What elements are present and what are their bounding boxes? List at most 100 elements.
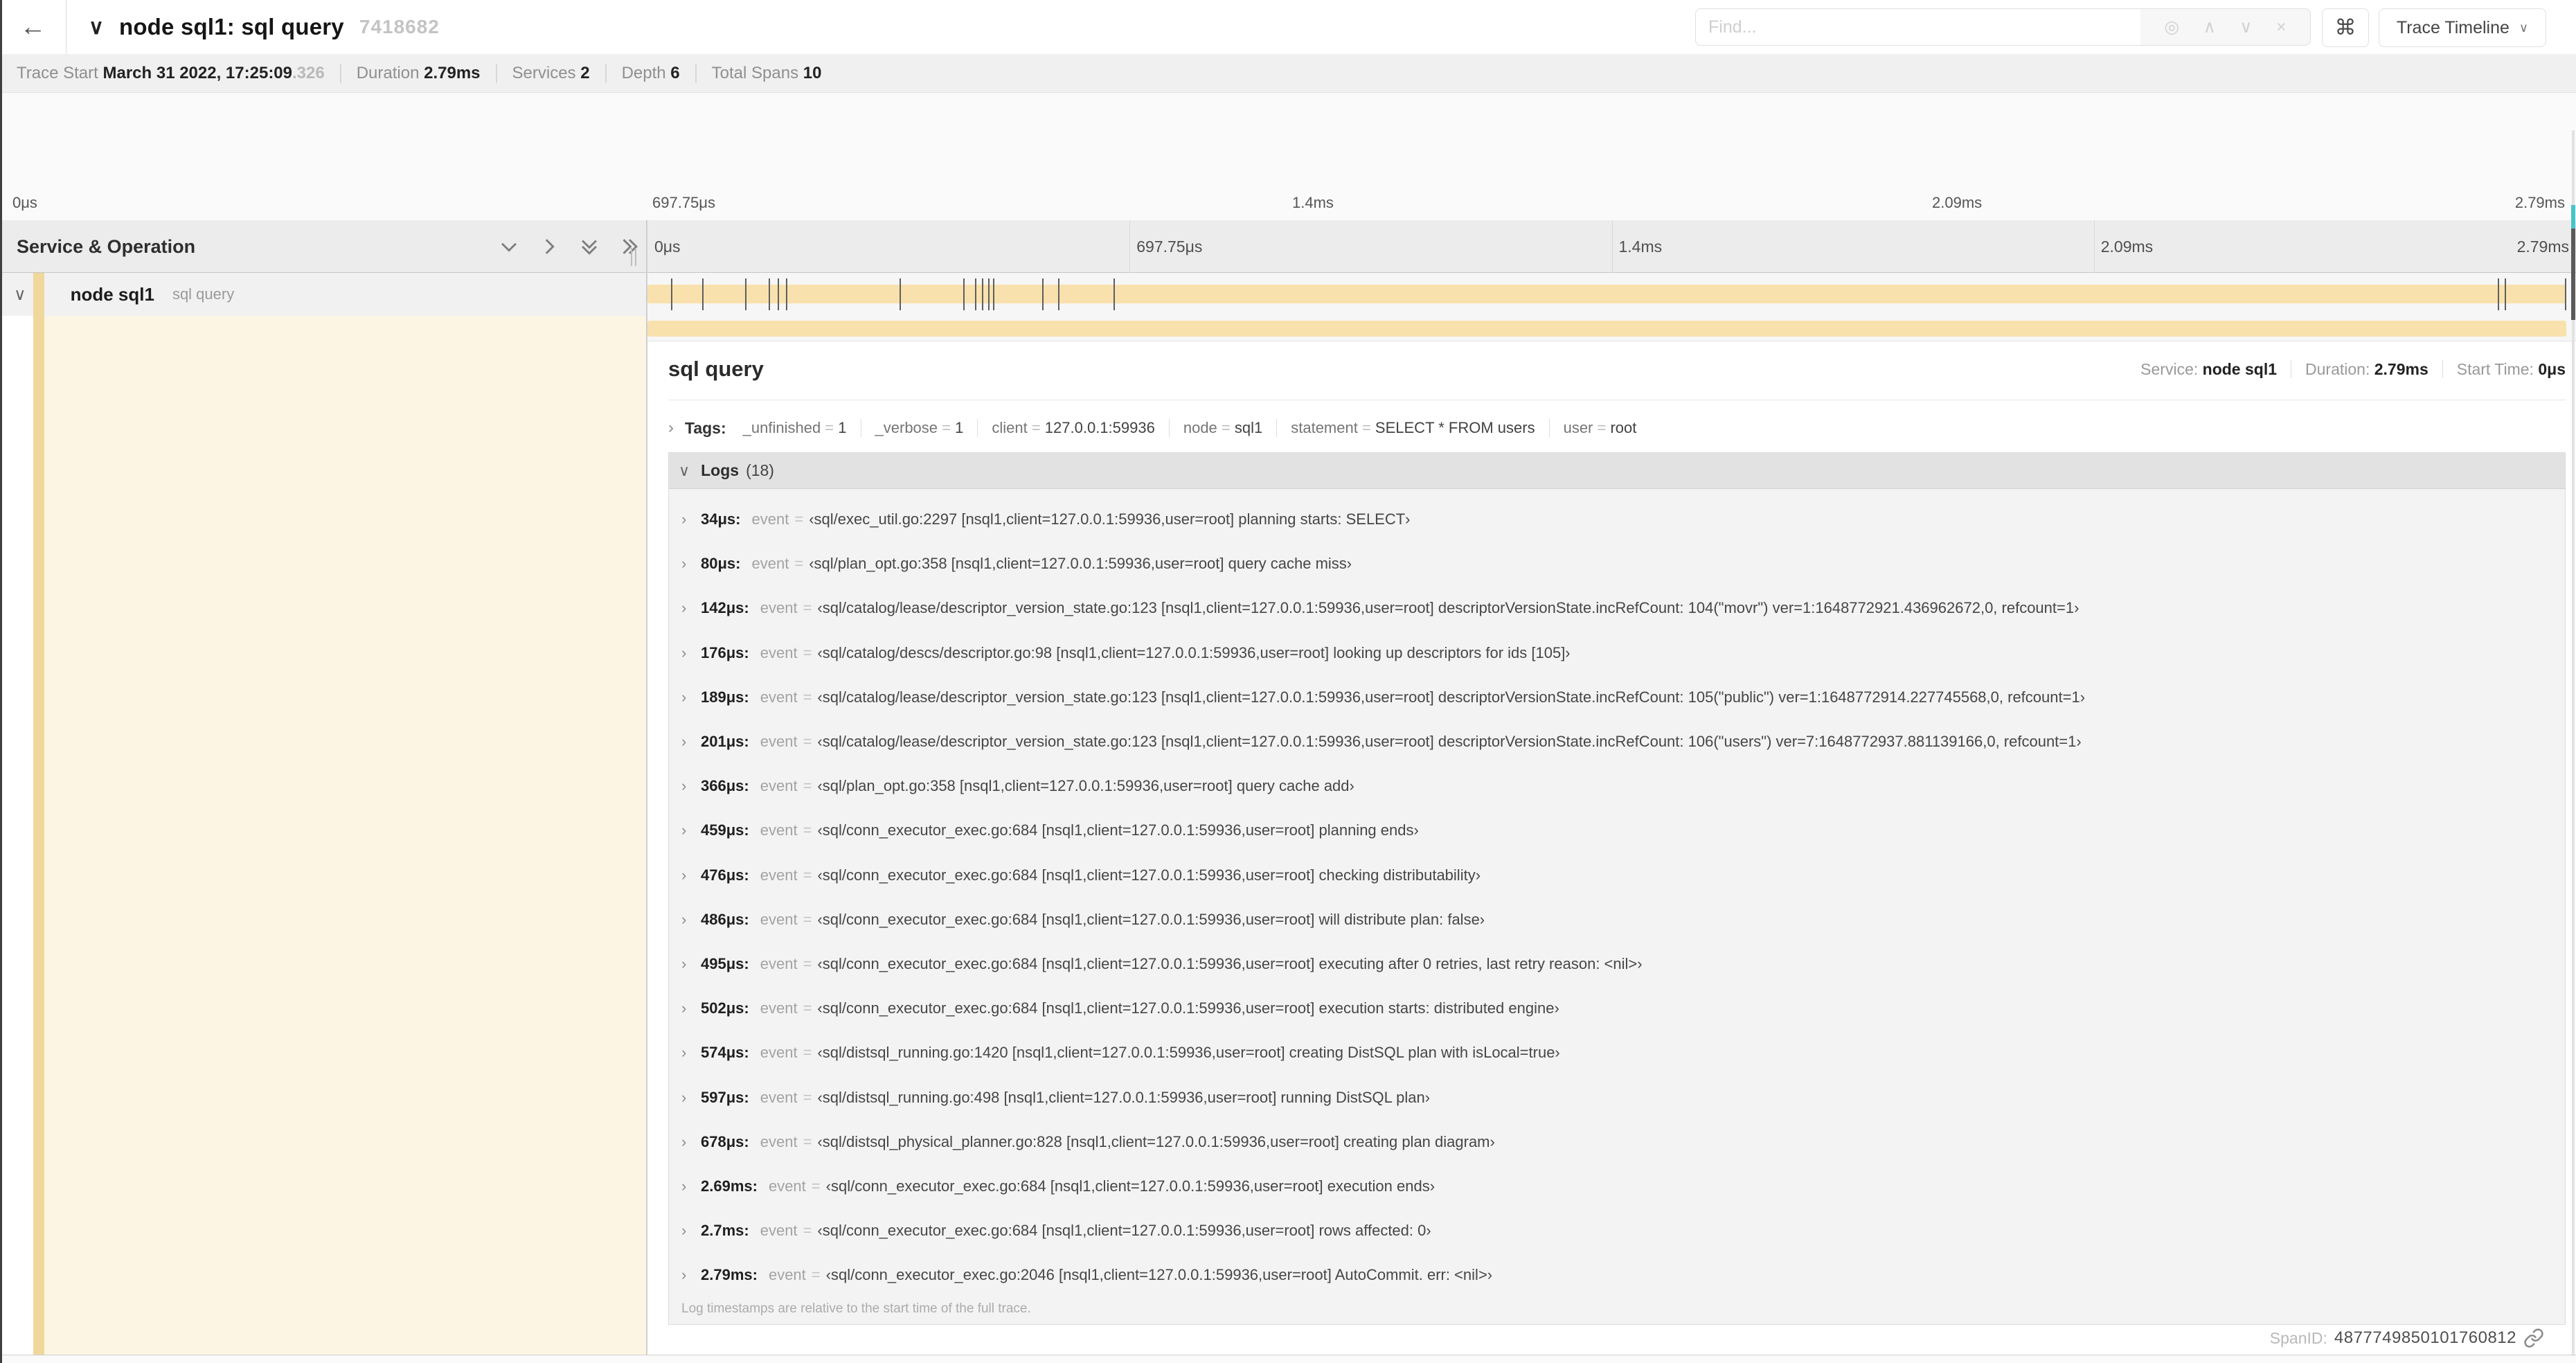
logs-note: Log timestamps are relative to the start… — [681, 1301, 1031, 1317]
log-timestamp: 201μs: — [701, 733, 749, 751]
chevron-right-icon: › — [681, 555, 687, 573]
log-row[interactable]: › 486μs: event = ‹sql/conn_executor_exec.go:… — [669, 898, 2565, 942]
log-row[interactable]: › 142μs: event = ‹sql/catalog/lease/descript… — [669, 586, 2565, 630]
back-button[interactable]: ← — [0, 0, 66, 54]
log-row[interactable]: › 2.69ms: event = ‹sql/conn_executor_exec.go… — [669, 1164, 2565, 1209]
log-field-value: ‹sql/distsql_running.go:498 [nsql1,clien… — [817, 1088, 1431, 1106]
log-timestamp: 366μs: — [701, 777, 749, 795]
service-operation-header: Service & Operation — [17, 235, 196, 257]
span-expander-chevron-icon[interactable]: ∨ — [14, 285, 26, 305]
locate-icon[interactable]: ◎ — [2164, 18, 2179, 36]
trace-title: node sql1: sql query — [118, 14, 344, 39]
find-input[interactable] — [1696, 9, 2140, 45]
log-row[interactable]: › 366μs: event = ‹sql/plan_opt.go:358 [nsql1… — [669, 764, 2565, 808]
next-result-icon[interactable]: ∨ — [2239, 18, 2252, 36]
log-field-key: event — [760, 910, 798, 928]
log-field-key: event — [760, 777, 798, 795]
clear-search-icon[interactable]: × — [2276, 18, 2287, 36]
page-bottom-strip — [0, 1355, 2576, 1363]
prev-result-icon[interactable]: ∧ — [2203, 18, 2216, 36]
log-field-key: event — [760, 1088, 798, 1106]
expand-one-icon[interactable] — [537, 235, 561, 258]
trace-title-group[interactable]: ∨ node sql1: sql query 7418682 — [89, 0, 440, 54]
trace-info-item: Duration 2.79ms — [356, 63, 481, 82]
log-row[interactable]: › 80μs: event = ‹sql/plan_opt.go:358 [nsql1,… — [669, 542, 2565, 586]
log-timestamp: 574μs: — [701, 1044, 749, 1062]
title-collapse-chevron-icon[interactable]: ∨ — [89, 15, 104, 39]
tick-label: 0μs — [654, 237, 681, 256]
child-span-bar[interactable] — [647, 321, 2566, 337]
trace-info-item: Total Spans 10 — [711, 63, 822, 82]
trace-view-label: Trace Timeline — [2396, 17, 2510, 37]
chevron-right-icon: › — [681, 821, 687, 839]
log-field-key: event — [768, 1266, 806, 1284]
tag-item: node = sql1 — [1183, 419, 1263, 436]
chevron-right-icon: › — [681, 1088, 687, 1106]
find-controls: ◎ ∧ ∨ × — [2140, 8, 2311, 46]
span-row-label[interactable]: ∨ node sql1 sql query — [0, 273, 646, 316]
trace-id: 7418682 — [359, 16, 440, 37]
chevron-right-icon: › — [681, 1177, 687, 1195]
log-row[interactable]: › 34μs: event = ‹sql/exec_util.go:2297 [nsql… — [669, 497, 2565, 542]
log-field-key: event — [760, 999, 798, 1017]
logs-header[interactable]: ∨ Logs (18) — [669, 453, 2565, 489]
log-row[interactable]: › 459μs: event = ‹sql/conn_executor_exec.go:… — [669, 808, 2565, 853]
log-field-key: event — [760, 1132, 798, 1150]
log-marker-tick — [768, 278, 770, 310]
log-timestamp: 502μs: — [701, 999, 749, 1017]
log-marker-tick — [1113, 278, 1116, 310]
span-id-footer: SpanID: 4877749850101760812 — [647, 1321, 2555, 1355]
log-row[interactable]: › 495μs: event = ‹sql/conn_executor_exec.go:… — [669, 942, 2565, 986]
trace-view-selector[interactable]: Trace Timeline ∨ — [2379, 8, 2546, 47]
timeline-minimap-section: 0μs 697.75μs 1.4ms 2.09ms 2.79ms — [0, 93, 2576, 308]
log-field-key: event — [760, 733, 798, 751]
log-field-value: ‹sql/plan_opt.go:358 [nsql1,client=127.0… — [817, 777, 1354, 795]
log-field-key: event — [751, 555, 789, 573]
log-marker-tick — [899, 278, 901, 310]
log-row[interactable]: › 189μs: event = ‹sql/catalog/lease/descript… — [669, 675, 2565, 720]
child-row-track — [647, 316, 2576, 341]
collapse-one-icon[interactable] — [497, 235, 521, 258]
child-span-row — [0, 316, 2576, 341]
timeline-collapse-controls — [497, 220, 641, 273]
chevron-right-icon: › — [681, 510, 687, 528]
log-row[interactable]: › 476μs: event = ‹sql/conn_executor_exec.go:… — [669, 853, 2565, 898]
chevron-right-icon: › — [681, 866, 687, 884]
tag-item: statement = SELECT * FROM users — [1291, 419, 1535, 436]
log-row[interactable]: › 2.79ms: event = ‹sql/conn_executor_exec.go… — [669, 1253, 2565, 1297]
log-marker-tick — [974, 278, 976, 310]
chevron-right-icon: › — [668, 418, 674, 437]
keyboard-shortcuts-button[interactable]: ⌘ — [2322, 8, 2369, 47]
column-resize-handle[interactable] — [627, 248, 641, 266]
trace-info-item: Services 2 — [512, 63, 590, 82]
tag-separator — [1168, 419, 1170, 437]
span-detail-header[interactable]: sql query Service: node sql1 Duration: 2.… — [668, 351, 2566, 387]
span-row-track — [647, 273, 2576, 316]
log-row[interactable]: › 597μs: event = ‹sql/distsql_running.go:498… — [669, 1075, 2565, 1119]
log-timestamp: 459μs: — [701, 821, 749, 839]
chevron-right-icon: › — [681, 688, 687, 706]
log-row[interactable]: › 678μs: event = ‹sql/distsql_physical_plann… — [669, 1120, 2565, 1164]
log-field-value: ‹sql/conn_executor_exec.go:684 [nsql1,cl… — [817, 999, 1559, 1017]
tick-label: 2.09ms — [2100, 237, 2154, 256]
log-timestamp: 476μs: — [701, 866, 749, 884]
log-row[interactable]: › 201μs: event = ‹sql/catalog/lease/descript… — [669, 720, 2565, 764]
span-id-value: 4877749850101760812 — [2334, 1328, 2516, 1347]
chevron-right-icon: › — [681, 954, 687, 972]
trace-info-separator — [605, 63, 607, 83]
link-icon[interactable] — [2523, 1328, 2544, 1348]
collapse-all-icon[interactable] — [578, 235, 601, 258]
log-row[interactable]: › 2.7ms: event = ‹sql/conn_executor_exec.go:… — [669, 1209, 2565, 1253]
tags-row[interactable]: › Tags: _unfinished = 1 _verbose = 1 clien… — [668, 412, 2566, 444]
log-marker-tick — [963, 278, 965, 310]
log-row[interactable]: › 502μs: event = ‹sql/conn_executor_exec.go:… — [669, 986, 2565, 1031]
chevron-right-icon: › — [681, 910, 687, 928]
scroll-rail-dark-segment — [2571, 229, 2575, 320]
span-bar[interactable] — [647, 285, 2566, 303]
log-row[interactable]: › 574μs: event = ‹sql/distsql_running.go:142… — [669, 1031, 2565, 1075]
detail-meta-separator — [2442, 360, 2443, 378]
scroll-thumb[interactable] — [2571, 205, 2575, 229]
log-row[interactable]: › 176μs: event = ‹sql/catalog/descs/descript… — [669, 631, 2565, 675]
detail-meta-item: Start Time: 0μs — [2456, 359, 2566, 378]
log-field-value: ‹sql/conn_executor_exec.go:684 [nsql1,cl… — [817, 954, 1643, 972]
